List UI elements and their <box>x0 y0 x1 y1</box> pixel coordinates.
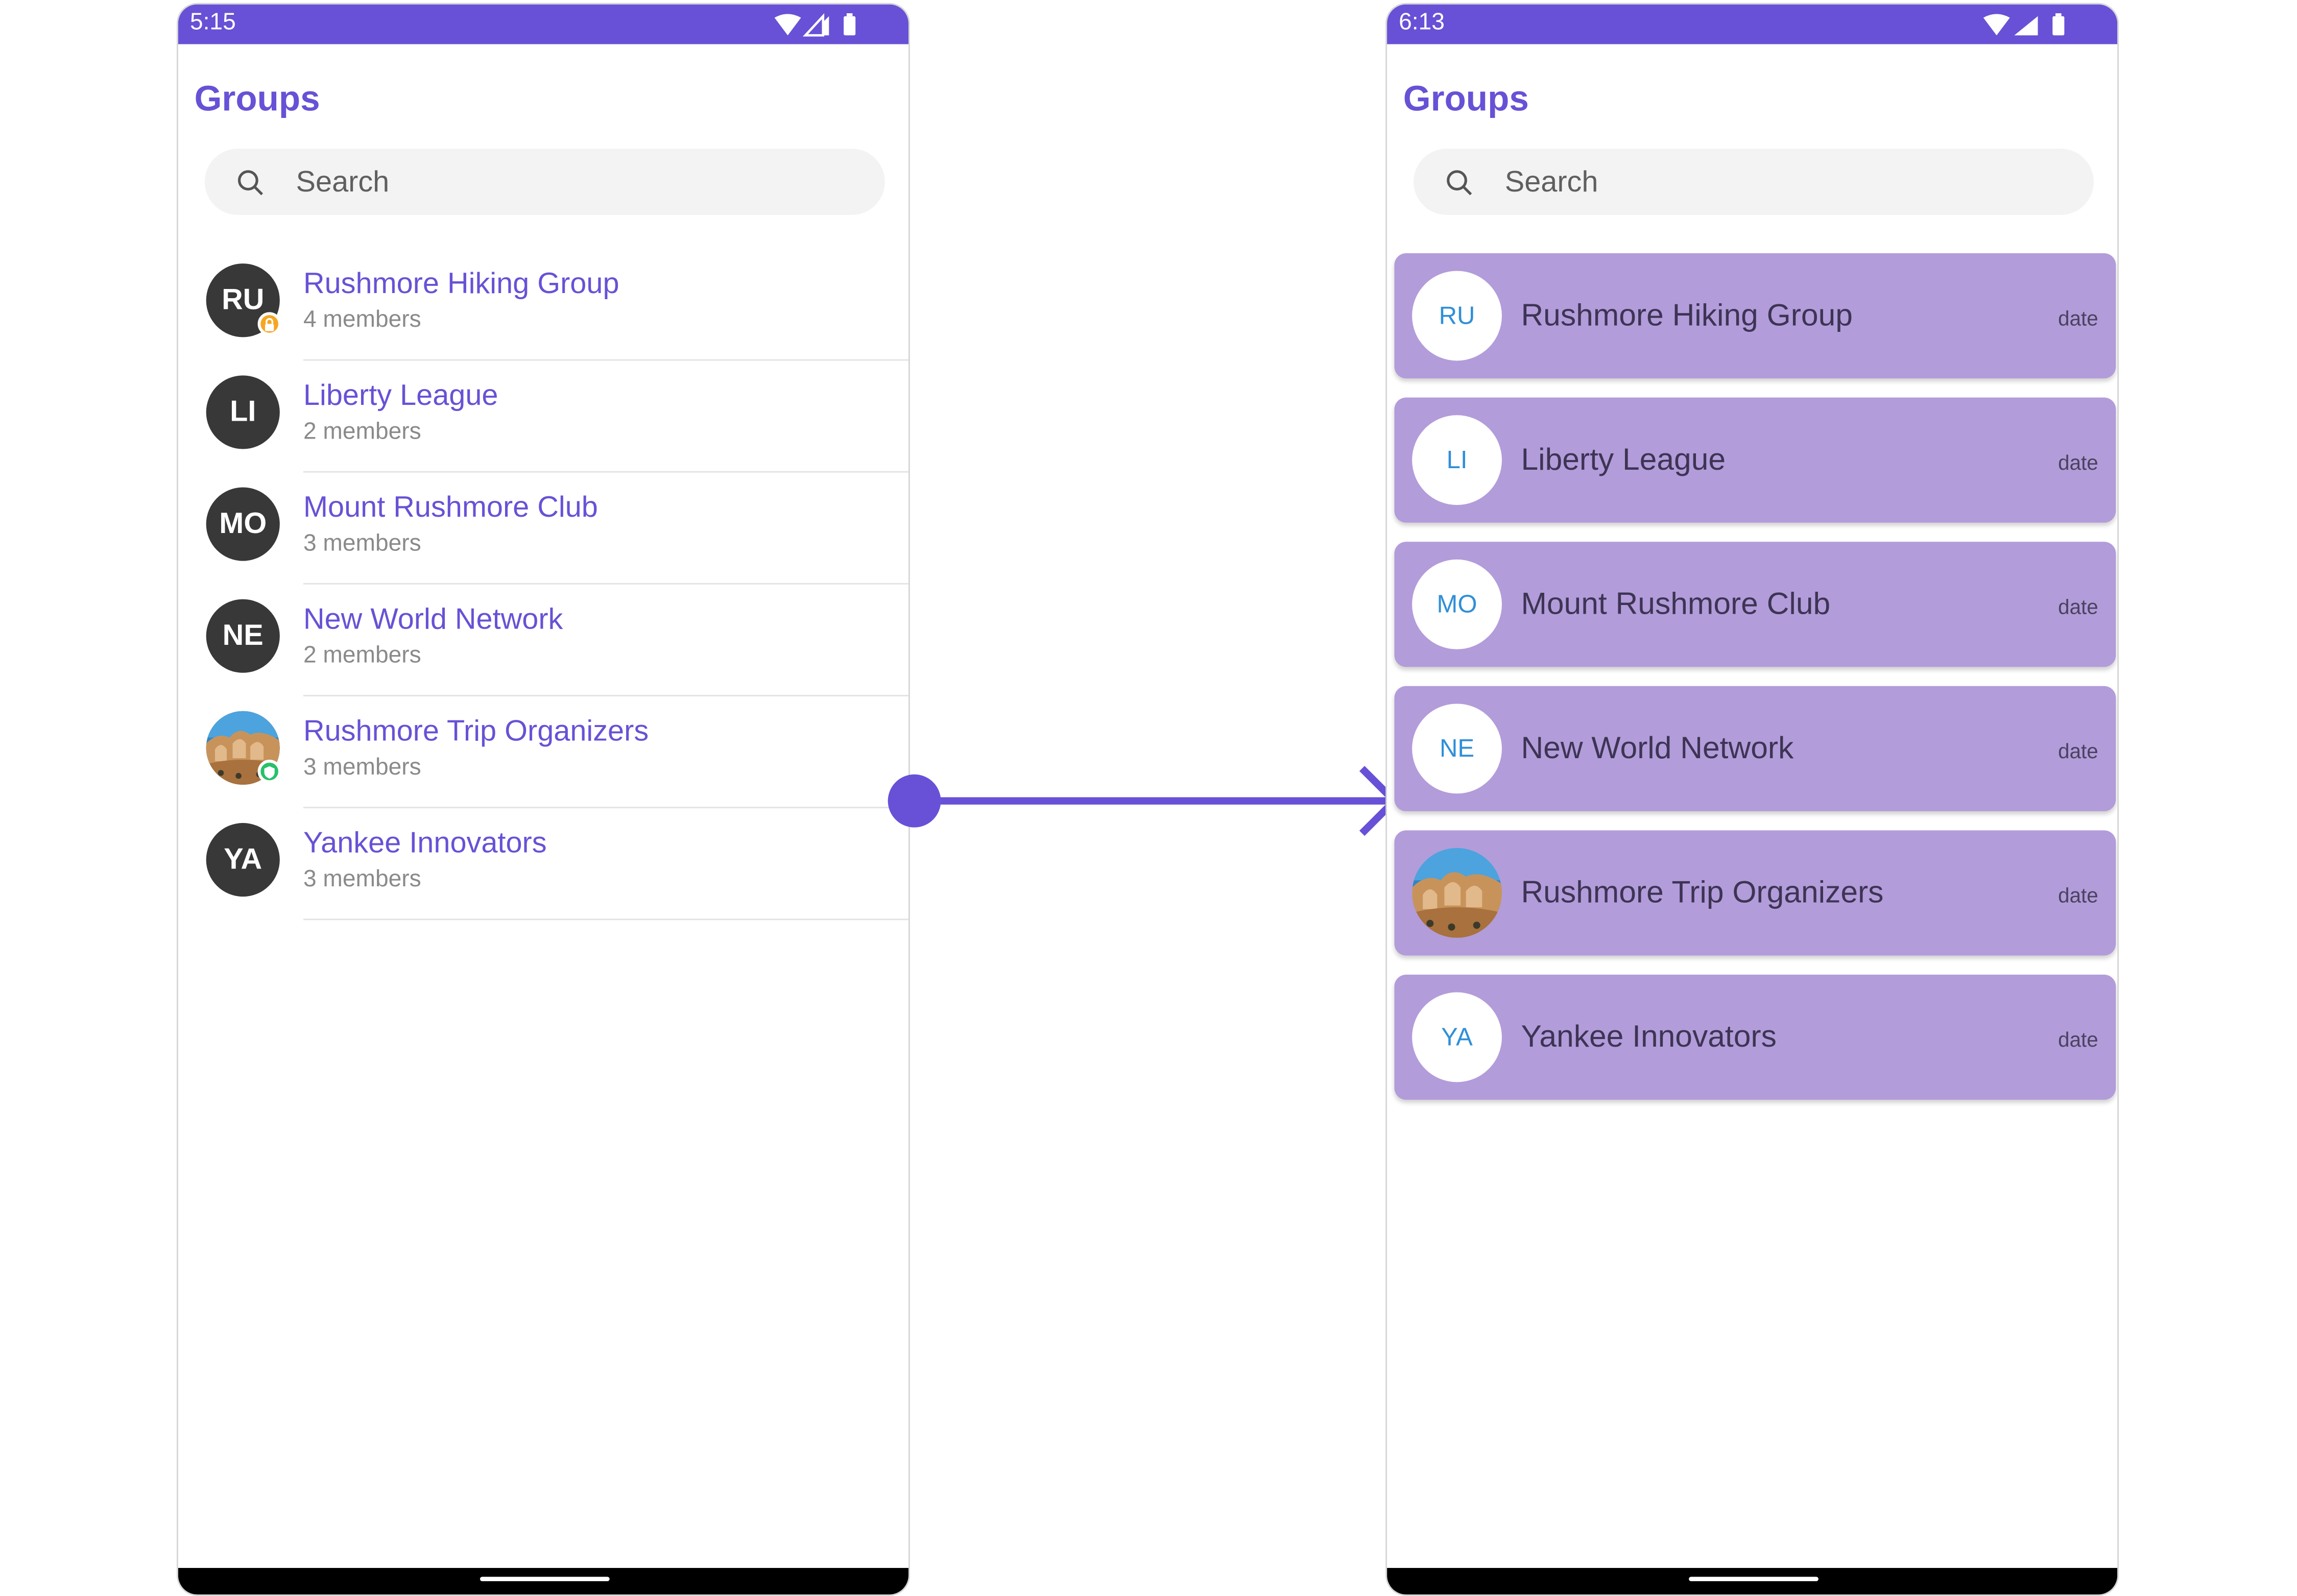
avatar-initials: YA <box>1441 1022 1473 1051</box>
group-list: RU Rushmore Hiking Group 4 members LI Libert… <box>178 249 908 921</box>
group-avatar: YA <box>1412 992 1502 1082</box>
lock-icon <box>257 312 281 336</box>
search-icon <box>237 170 264 196</box>
search-bar[interactable] <box>204 149 885 215</box>
transition-arrow <box>888 766 1398 836</box>
navigation-bar <box>178 1568 908 1594</box>
group-date: date <box>2058 739 2098 763</box>
group-row[interactable]: Rushmore Trip Organizers 3 members <box>178 696 908 809</box>
group-row[interactable]: RU Rushmore Hiking Group 4 members <box>178 249 908 361</box>
group-card[interactable]: Rushmore Trip Organizers date <box>1394 830 2116 956</box>
group-avatar: RU <box>1412 271 1502 361</box>
group-date: date <box>2058 450 2098 474</box>
avatar-initials: LI <box>230 395 256 428</box>
group-member-count: 4 members <box>303 307 421 333</box>
group-avatar: RU <box>206 263 281 337</box>
group-avatar <box>1412 848 1502 938</box>
avatar-initials: LI <box>1446 445 1468 474</box>
avatar-initials: NE <box>222 619 264 651</box>
wifi-signal-battery-icon <box>774 13 856 37</box>
group-avatar: MO <box>1412 559 1502 649</box>
group-card-list: RU Rushmore Hiking Group date LI Liberty Lea… <box>1394 253 2116 1119</box>
wifi-signal-battery-icon <box>1983 13 2065 36</box>
search-icon <box>1447 170 1472 196</box>
group-avatar: LI <box>206 375 280 449</box>
group-avatar: LI <box>1412 415 1502 505</box>
group-member-count: 3 members <box>303 867 421 892</box>
phone-after: 6:13 Groups RURushmore Hiking GroupdateL… <box>1385 3 2119 1596</box>
group-avatar: NE <box>1412 704 1502 794</box>
page-title: Groups <box>194 79 320 119</box>
group-card[interactable]: LI Liberty League date <box>1394 397 2116 523</box>
group-date: date <box>2058 883 2098 907</box>
home-indicator[interactable] <box>480 1577 610 1581</box>
status-time: 6:13 <box>1399 10 1445 36</box>
group-card[interactable]: RU Rushmore Hiking Group date <box>1394 253 2116 379</box>
avatar-initials: NE <box>1439 734 1475 762</box>
avatar-initials: MO <box>219 507 267 540</box>
group-name: Mount Rushmore Club <box>303 492 598 524</box>
group-member-count: 3 members <box>303 755 421 781</box>
shield-icon <box>257 759 281 784</box>
navigation-bar <box>1387 1568 2118 1594</box>
group-row[interactable]: NE New World Network 2 members <box>178 585 908 696</box>
group-date: date <box>2058 1027 2098 1051</box>
home-indicator[interactable] <box>1689 1577 1819 1581</box>
group-member-count: 2 members <box>303 419 421 445</box>
status-bar: 6:13 <box>1387 4 2118 44</box>
group-card[interactable]: NE New World Network date <box>1394 686 2116 811</box>
group-avatar <box>206 711 281 785</box>
group-member-count: 2 members <box>303 643 421 669</box>
page-title: Groups <box>1403 79 1529 119</box>
status-icons <box>773 13 865 37</box>
group-row[interactable]: MO Mount Rushmore Club 3 members <box>178 473 908 585</box>
group-name: Yankee Innovators <box>1521 1020 1777 1054</box>
avatar-initials: MO <box>1437 589 1477 618</box>
row-divider <box>303 918 908 921</box>
avatar-initials: RU <box>222 283 265 316</box>
group-row[interactable]: LI Liberty League 2 members <box>178 360 908 473</box>
status-time: 5:15 <box>189 10 236 36</box>
group-avatar: YA <box>206 823 280 897</box>
search-input[interactable] <box>1504 162 2065 203</box>
group-card[interactable]: YA Yankee Innovators date <box>1394 974 2116 1100</box>
group-name: Rushmore Trip Organizers <box>303 715 649 748</box>
avatar-initials: RU <box>1439 301 1475 329</box>
group-row[interactable]: YA Yankee Innovators 3 members <box>178 808 908 921</box>
search-input[interactable] <box>296 162 856 203</box>
group-name: New World Network <box>1521 732 1794 766</box>
group-avatar: NE <box>206 599 280 673</box>
group-name: Yankee Innovators <box>303 827 547 860</box>
group-card[interactable]: MO Mount Rushmore Club date <box>1394 542 2116 667</box>
group-name: Rushmore Hiking Group <box>1521 299 1853 333</box>
search-bar[interactable] <box>1413 149 2094 215</box>
group-name: Liberty League <box>303 379 498 413</box>
group-member-count: 3 members <box>303 531 421 557</box>
comparison-stage: 5:15 Groups RU Rushmore Hiking Group 4 mem… <box>0 0 2297 1596</box>
group-name: Mount Rushmore Club <box>1521 587 1831 621</box>
avatar-initials: YA <box>224 842 262 876</box>
status-bar: 5:15 <box>178 4 908 44</box>
group-avatar: MO <box>206 487 280 561</box>
phone-before: 5:15 Groups RU Rushmore Hiking Group 4 mem… <box>176 3 910 1596</box>
group-name: Rushmore Trip Organizers <box>1521 876 1884 910</box>
group-name: Liberty League <box>1521 443 1726 477</box>
group-date: date <box>2058 594 2098 619</box>
group-name: Rushmore Hiking Group <box>303 268 619 301</box>
status-icons <box>1982 13 2073 37</box>
group-date: date <box>2058 306 2098 330</box>
group-name: New World Network <box>303 603 563 636</box>
